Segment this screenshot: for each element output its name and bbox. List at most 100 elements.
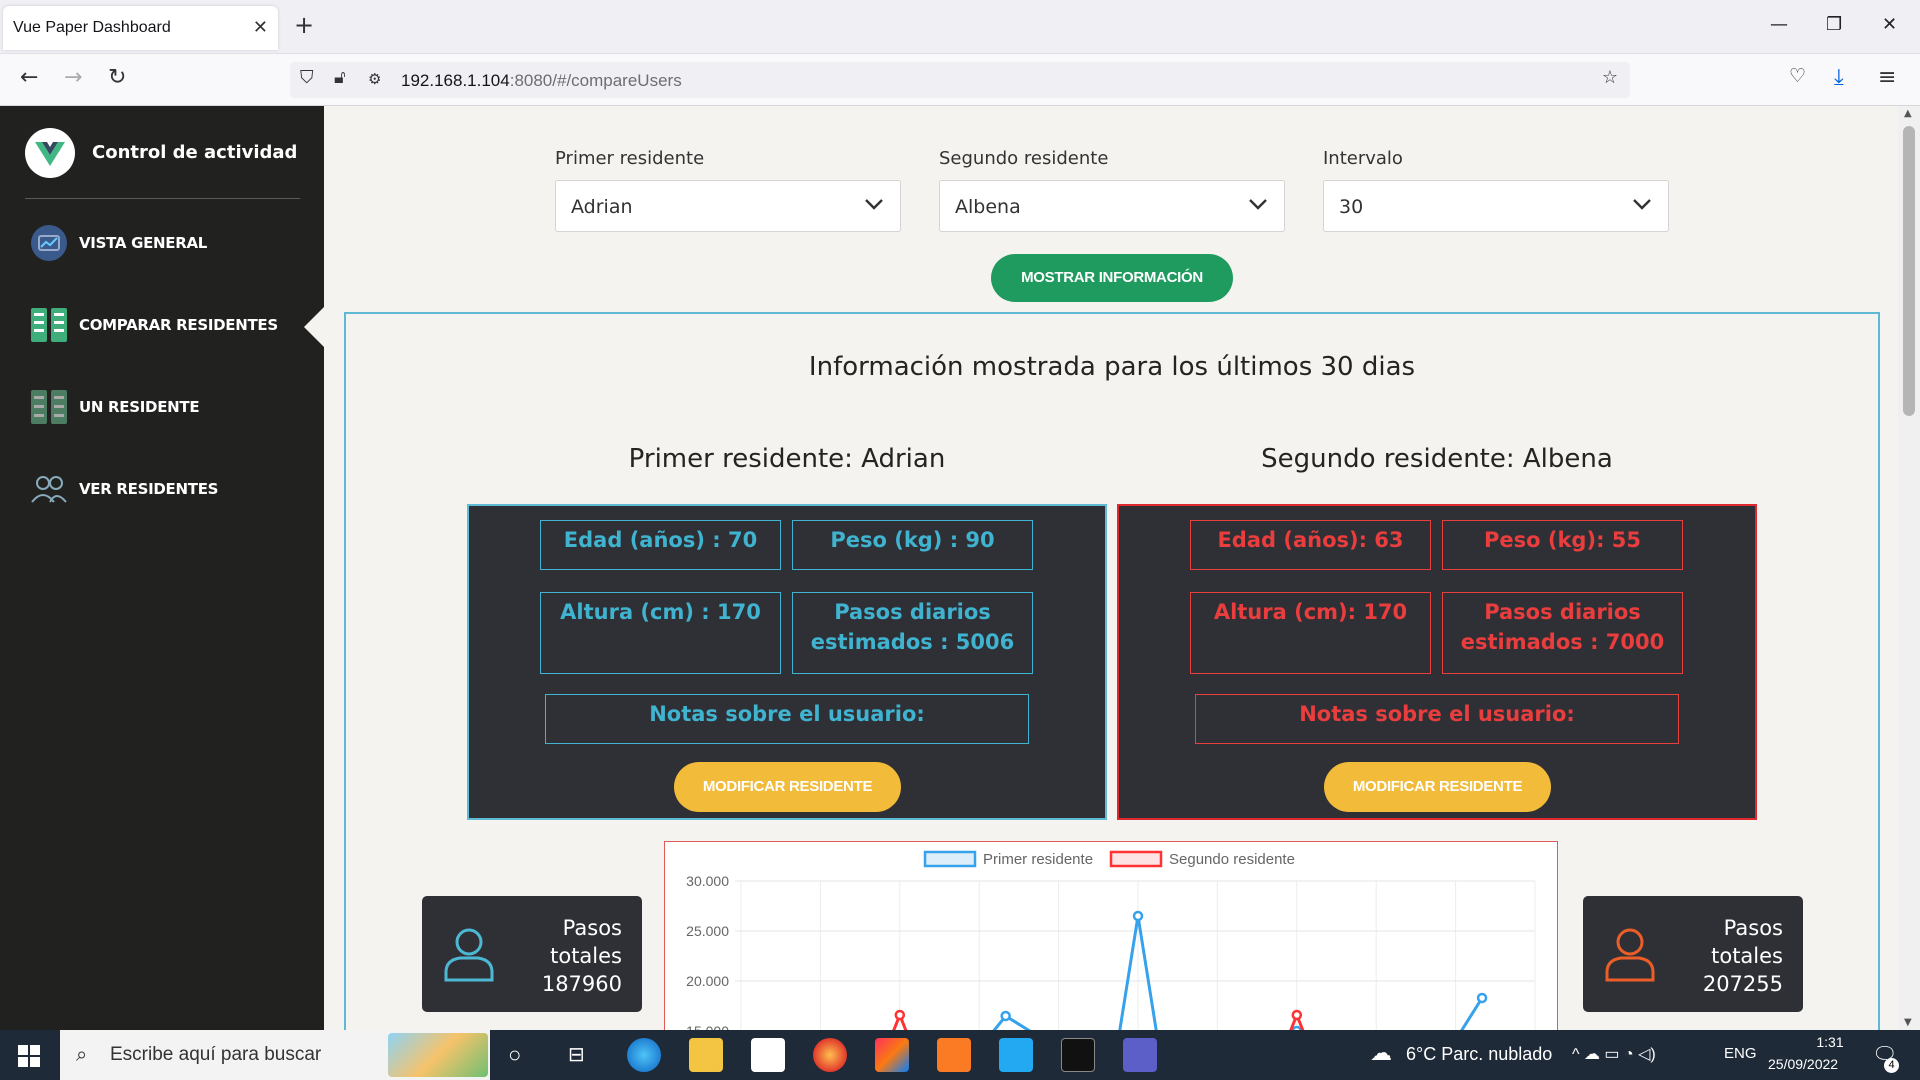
age-stat: Edad (años) : 70 — [540, 520, 781, 570]
url-bar[interactable]: ⛉ 🔓︎ ⚙ 192.168.1.104:8080/#/compareUsers… — [290, 62, 1630, 98]
back-arrow-icon[interactable]: ← — [20, 67, 38, 89]
terminal-icon[interactable] — [1061, 1038, 1095, 1072]
chevron-down-icon — [865, 199, 883, 210]
modify-resident-button[interactable]: MODIFICAR RESIDENTE — [1324, 762, 1551, 812]
series-line — [892, 1010, 1305, 1030]
teams-icon[interactable] — [1123, 1038, 1157, 1072]
scroll-down-icon[interactable]: ▼ — [1904, 1017, 1912, 1028]
scroll-up-icon[interactable]: ▲ — [1904, 108, 1912, 119]
second-resident-title: Segundo residente: Albena — [1261, 444, 1613, 474]
vscode-icon[interactable] — [999, 1038, 1033, 1072]
browser-nav-bar: ← → ↻ ⛉ 🔓︎ ⚙ 192.168.1.104:8080/#/compar… — [0, 54, 1920, 106]
series-line — [992, 915, 1484, 1030]
sidebar-item-label: UN RESIDENTE — [79, 398, 200, 416]
weather-text[interactable]: 6°C Parc. nublado — [1406, 1044, 1552, 1065]
tab-title: Vue Paper Dashboard — [13, 19, 171, 36]
legend-label: Segundo residente — [1169, 851, 1295, 868]
weight-stat: Peso (kg): 55 — [1442, 520, 1683, 570]
daily-steps-stat: Pasos diarios estimados : 7000 — [1442, 592, 1683, 674]
y-tick-label: 25.000 — [686, 923, 729, 939]
close-tab-icon[interactable]: ✕ — [253, 17, 268, 38]
legend-swatch — [923, 850, 977, 868]
compare-icon — [31, 308, 67, 342]
interval-select[interactable]: 30 — [1323, 180, 1669, 232]
user-icon — [1605, 928, 1655, 982]
sidebar-item-comparar-residentes[interactable]: COMPARAR RESIDENTES — [30, 300, 320, 344]
store-icon[interactable] — [751, 1038, 785, 1072]
task-view-icon[interactable]: ○ — [508, 1042, 521, 1068]
taskbar-search[interactable]: ⌕ Escribe aquí para buscar — [60, 1030, 490, 1080]
data-point — [1000, 1010, 1011, 1022]
browser-tab[interactable]: Vue Paper Dashboard ✕ — [3, 6, 278, 50]
xampp-icon[interactable] — [937, 1038, 971, 1072]
permissions-icon[interactable]: ⚙ — [368, 72, 381, 87]
chevron-down-icon — [1249, 199, 1267, 210]
scrollbar-thumb[interactable] — [1903, 126, 1915, 416]
sidebar-item-label: VER RESIDENTES — [79, 480, 219, 498]
show-info-button[interactable]: MOSTRAR INFORMACIÓN — [991, 254, 1233, 302]
intellij-icon[interactable] — [875, 1038, 909, 1072]
sidebar-divider — [25, 198, 300, 199]
url-text[interactable]: 192.168.1.104:8080/#/compareUsers — [401, 71, 682, 91]
kpi-value: 187960 — [541, 972, 622, 996]
minimize-icon[interactable]: — — [1770, 14, 1788, 35]
close-window-icon[interactable]: ✕ — [1882, 14, 1897, 35]
menu-icon[interactable]: ≡ — [1878, 67, 1896, 89]
modify-resident-button[interactable]: MODIFICAR RESIDENTE — [674, 762, 901, 812]
first-resident-value: Adrian — [571, 196, 633, 218]
app-title: Control de actividad — [92, 142, 298, 163]
clock-time[interactable]: 1:31 — [1795, 1034, 1865, 1050]
age-stat: Edad (años): 63 — [1190, 520, 1431, 570]
reload-icon[interactable]: ↻ — [108, 67, 126, 89]
second-resident-card: Edad (años): 63 Peso (kg): 55 Altura (cm… — [1117, 504, 1757, 820]
second-resident-select[interactable]: Albena — [939, 180, 1285, 232]
kpi-value: 207255 — [1702, 972, 1783, 996]
clock-date[interactable]: 25/09/2022 — [1768, 1056, 1838, 1072]
sidebar-item-ver-residentes[interactable]: VER RESIDENTES — [30, 464, 320, 508]
search-highlight-image — [388, 1033, 488, 1077]
weather-icon[interactable]: ☁ — [1370, 1040, 1392, 1066]
dashboard-icon — [31, 225, 67, 261]
search-placeholder: Escribe aquí para buscar — [110, 1044, 322, 1065]
steps-chart-container: 30.000 25.000 20.000 15.000 Primer residente… — [664, 841, 1558, 1030]
notification-badge: 4 — [1884, 1058, 1899, 1073]
first-resident-card: Edad (años) : 70 Peso (kg) : 90 Altura (… — [467, 504, 1107, 820]
data-point — [1132, 910, 1144, 922]
data-point — [894, 1009, 906, 1021]
forward-arrow-icon[interactable]: → — [64, 67, 82, 89]
search-icon: ⌕ — [76, 1042, 88, 1066]
download-icon[interactable]: ⤓ — [1834, 67, 1844, 89]
page-scrollbar[interactable]: ▲ ▼ — [1898, 106, 1920, 1030]
widgets-icon[interactable]: ⊟ — [568, 1042, 585, 1067]
active-indicator — [304, 307, 324, 347]
windows-start-icon[interactable] — [18, 1045, 40, 1067]
file-explorer-icon[interactable] — [689, 1038, 723, 1072]
panel-title: Información mostrada para los últimos 30… — [808, 352, 1416, 382]
second-resident-value: Albena — [955, 196, 1021, 218]
system-tray-icons[interactable]: ^ ☁ ▭ ◔ ◁) — [1572, 1044, 1656, 1064]
data-point — [1476, 992, 1488, 1004]
firefox-icon[interactable] — [813, 1038, 847, 1072]
bookmark-star-icon[interactable]: ☆ — [1602, 69, 1618, 87]
pocket-icon[interactable]: ♡ — [1789, 67, 1806, 86]
browser-tab-bar: Vue Paper Dashboard ✕ + — ❐ ✕ — [0, 0, 1920, 54]
restore-icon[interactable]: ❐ — [1826, 14, 1842, 35]
insecure-lock-icon[interactable]: 🔓︎ — [334, 69, 346, 87]
second-total-steps-card: Pasos totales 207255 — [1583, 896, 1803, 1012]
edge-icon[interactable] — [627, 1038, 661, 1072]
first-resident-select[interactable]: Adrian — [555, 180, 901, 232]
kpi-text: Pasos totales 187960 — [542, 914, 622, 998]
resident-icon — [31, 390, 67, 424]
user-icon — [444, 928, 494, 982]
legend-label: Primer residente — [983, 851, 1093, 868]
shield-icon[interactable]: ⛉ — [300, 69, 314, 87]
sidebar-item-vista-general[interactable]: VISTA GENERAL — [30, 218, 320, 262]
language-indicator[interactable]: ENG — [1724, 1045, 1757, 1062]
new-tab-icon[interactable]: + — [294, 13, 314, 37]
kpi-label: Pasos — [1723, 916, 1783, 940]
sidebar-item-un-residente[interactable]: UN RESIDENTE — [30, 382, 320, 426]
sidebar-item-label: COMPARAR RESIDENTES — [79, 316, 278, 334]
notes-stat: Notas sobre el usuario: — [545, 694, 1029, 744]
sidebar: Control de actividad VISTA GENERAL COMPA… — [0, 106, 324, 1030]
first-resident-title: Primer residente: Adrian — [628, 444, 946, 474]
